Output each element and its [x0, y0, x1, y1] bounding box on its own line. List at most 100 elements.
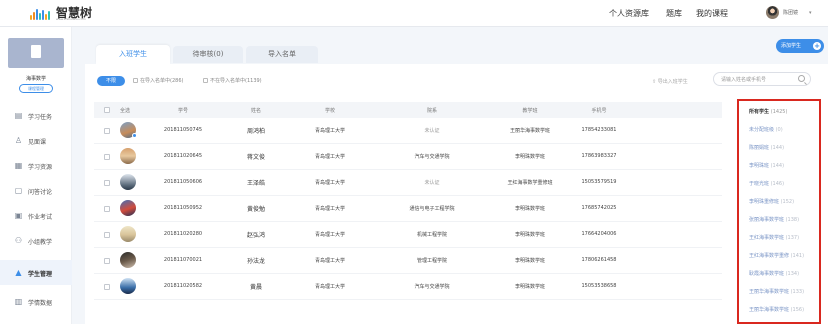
- cell-name: 孙法龙: [246, 258, 266, 265]
- add-student-button[interactable]: 添加学生 +: [776, 39, 824, 53]
- cell-school: 青岛理工大学: [314, 180, 346, 186]
- table-row[interactable]: 201811050606 王泽皓 青岛理工大学 未认证 王红海事数学重修班 1505357…: [94, 170, 722, 196]
- cell-department: 汽车与交通学院: [414, 284, 450, 290]
- students-panel: 不限 在导入名单中(286) 不在导入名单中(1139) ⇪ 导出入班学生 请输…: [85, 64, 828, 324]
- group-count: (141): [790, 253, 805, 259]
- class-group-item[interactable]: 王丽华海事数学班 (156): [749, 306, 804, 313]
- table-row[interactable]: 201811050745 周鸿柏 青岛理工大学 未认证 王丽华海事数学班 17854233…: [94, 118, 722, 144]
- class-group-item[interactable]: 于晓光班 (146): [749, 180, 784, 187]
- sidebar-item-exams[interactable]: ▣ 作业考试: [0, 203, 72, 228]
- sidebar-item-label: 学习任务: [28, 114, 53, 121]
- table-row[interactable]: 201811020582 黄晨 青岛理工大学 汽车与交通学院 李明珠数学班 1505353…: [94, 274, 722, 300]
- table-row[interactable]: 201811020645 蒋文俊 青岛理工大学 汽车与交通学院 李明珠数学班 178639…: [94, 144, 722, 170]
- cell-school: 青岛理工大学: [314, 154, 346, 160]
- user-name[interactable]: 陈团镜: [783, 9, 798, 16]
- select-all-checkbox[interactable]: [104, 107, 110, 113]
- class-group-item[interactable]: 王红海事数学班 (137): [749, 234, 799, 241]
- header-phone: 手机号: [591, 108, 607, 114]
- group-count: (156): [790, 307, 805, 313]
- cell-student-id: 201811050745: [163, 127, 203, 133]
- group-label: 未分配班级: [749, 127, 775, 133]
- cell-student-id: 201811070021: [163, 257, 203, 263]
- row-checkbox[interactable]: [104, 154, 110, 160]
- class-group-item[interactable]: 李明珠重修班 (152): [749, 198, 794, 205]
- class-group-item[interactable]: 未分配班级 (0): [749, 126, 783, 133]
- course-manage-button[interactable]: 课程管理: [19, 84, 53, 93]
- cell-department: 未认证: [424, 180, 440, 186]
- nav-my-courses[interactable]: 我的课程: [696, 8, 728, 19]
- class-group-item[interactable]: 李明珠班 (144): [749, 162, 784, 169]
- cell-name: 蒋文俊: [246, 154, 266, 161]
- sidebar-item-tasks[interactable]: ▤ 学习任务: [0, 103, 72, 128]
- tab-import-list[interactable]: 导入名单: [246, 46, 318, 63]
- class-group-item[interactable]: 所有学生 (1425): [749, 108, 787, 115]
- table-row[interactable]: 201811020280 赵弘鸿 青岛理工大学 机械工程学院 李明珠数学班 1766420…: [94, 222, 722, 248]
- group-count: (144): [770, 145, 785, 151]
- tab-pending-review[interactable]: 待审核(0): [173, 46, 243, 63]
- cell-school: 青岛理工大学: [314, 206, 346, 212]
- chevron-down-icon[interactable]: ▾: [809, 10, 812, 16]
- main-content: 入班学生 待审核(0) 导入名单 添加学生 + 不限 在导入名单中(286) 不…: [85, 38, 828, 324]
- class-group-item[interactable]: 张丽海事数学班 (138): [749, 216, 799, 223]
- sidebar-item-data[interactable]: ▥ 学情数据: [0, 289, 72, 314]
- row-checkbox[interactable]: [104, 258, 110, 264]
- group-label: 王丽华海事数学班: [749, 289, 790, 295]
- cell-phone: 15053579519: [581, 179, 617, 185]
- sidebar-item-students[interactable]: ▲ 学生管理: [0, 260, 72, 285]
- cell-name: 赵弘鸿: [246, 232, 266, 239]
- class-group-item[interactable]: 王丽华海事数学班 (133): [749, 288, 804, 295]
- export-label: 导出入班学生: [657, 79, 688, 85]
- checkbox[interactable]: [133, 78, 138, 83]
- group-icon: ⚇: [14, 236, 23, 245]
- tab-enrolled-students[interactable]: 入班学生: [96, 45, 170, 64]
- header-class: 教学班: [522, 108, 538, 114]
- group-count: (144): [770, 163, 785, 169]
- cell-name: 黄俊勉: [246, 206, 266, 213]
- cell-department: 机械工程学院: [416, 232, 448, 238]
- row-checkbox[interactable]: [104, 206, 110, 212]
- group-label: 李明珠重修班: [749, 199, 780, 205]
- cell-department: 通信与电子工程学院: [409, 206, 455, 212]
- group-label: 李明珠班: [749, 163, 770, 169]
- table-header: 全选 学号 姓名 学校 院系 教学班 手机号: [94, 102, 722, 118]
- cell-school: 青岛理工大学: [314, 258, 346, 264]
- checkbox[interactable]: [203, 78, 208, 83]
- class-group-item[interactable]: 陈丽娟班 (144): [749, 144, 784, 151]
- filter-all-button[interactable]: 不限: [97, 76, 125, 86]
- sidebar-item-discussion[interactable]: ▢ 问答讨论: [0, 178, 72, 203]
- sidebar-item-group[interactable]: ⚇ 小组教学: [0, 228, 72, 253]
- sidebar-item-meeting[interactable]: ♙ 见面课: [0, 128, 72, 153]
- filter-not-in-list[interactable]: 不在导入名单中(1139): [203, 77, 262, 84]
- header-school: 学校: [324, 108, 336, 114]
- table-row[interactable]: 201811050952 黄俊勉 青岛理工大学 通信与电子工程学院 李明珠数学班 1768…: [94, 196, 722, 222]
- class-group-item[interactable]: 耿霞海事数学班 (134): [749, 270, 799, 277]
- cell-phone: 17685742025: [581, 205, 617, 211]
- nav-resource-library[interactable]: 个人资源库: [609, 8, 649, 19]
- sidebar-item-resources[interactable]: ▦ 学习资源: [0, 153, 72, 178]
- row-checkbox[interactable]: [104, 128, 110, 134]
- row-checkbox[interactable]: [104, 284, 110, 290]
- class-group-item[interactable]: 王红海事数学重修 (141): [749, 252, 804, 259]
- student-avatar: [120, 252, 136, 268]
- group-label: 陈丽娟班: [749, 145, 770, 151]
- cell-student-id: 201811020280: [163, 231, 203, 237]
- cell-name: 周鸿柏: [246, 128, 266, 135]
- row-checkbox[interactable]: [104, 232, 110, 238]
- header-select-all: 全选: [119, 108, 131, 114]
- filter-in-list[interactable]: 在导入名单中(286): [133, 77, 183, 84]
- nav-question-bank[interactable]: 题库: [666, 8, 682, 19]
- cell-phone: 17863983327: [581, 153, 617, 159]
- group-label: 王丽华海事数学班: [749, 307, 790, 313]
- search-input[interactable]: 请输入姓名或手机号: [713, 72, 811, 86]
- course-cover: [8, 38, 64, 68]
- group-label: 于晓光班: [749, 181, 770, 187]
- cell-department: 未认证: [424, 128, 440, 134]
- cell-name: 黄晨: [249, 284, 263, 291]
- row-checkbox[interactable]: [104, 180, 110, 186]
- exam-icon: ▣: [14, 211, 23, 220]
- export-link[interactable]: ⇪ 导出入班学生: [652, 78, 688, 85]
- user-avatar[interactable]: [766, 6, 779, 19]
- table-row[interactable]: 201811070021 孙法龙 青岛理工大学 管理工程学院 李明珠数学班 1780626…: [94, 248, 722, 274]
- group-count: (133): [790, 289, 805, 295]
- search-icon[interactable]: [798, 75, 805, 82]
